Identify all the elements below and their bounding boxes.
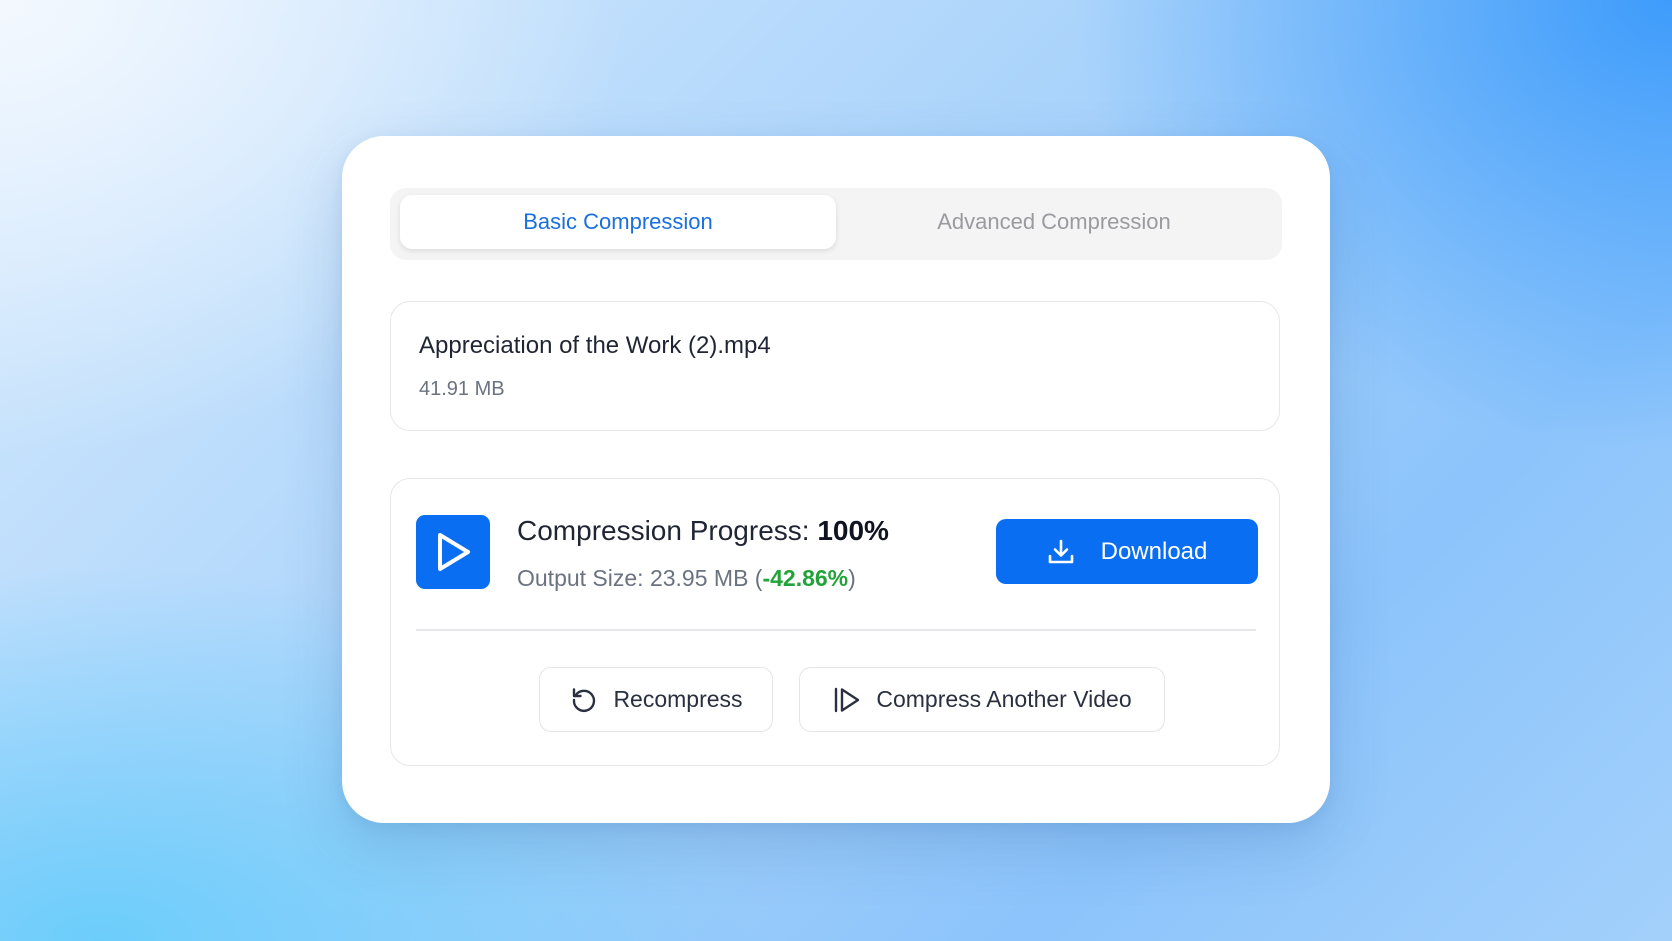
compress-another-video-button[interactable]: Compress Another Video [799,667,1165,732]
tab-basic-compression[interactable]: Basic Compression [400,195,836,249]
file-name: Appreciation of the Work (2).mp4 [419,332,771,359]
download-button[interactable]: Download [996,519,1258,584]
progress-value: 100% [817,515,889,546]
compression-card: Basic Compression Advanced Compression A… [342,136,1330,823]
compression-tabs: Basic Compression Advanced Compression [390,188,1282,260]
tab-advanced-compression[interactable]: Advanced Compression [836,195,1272,249]
output-size: Output Size: 23.95 MB (-42.86%) [517,565,856,592]
progress-label: Compression Progress: [517,515,818,546]
download-icon [1048,539,1073,563]
divider [416,629,1256,631]
progress-panel: Compression Progress: 100% Output Size: … [390,478,1280,766]
output-size-label: Output Size: 23.95 MB ( [517,565,763,591]
output-size-suffix: ) [848,565,856,591]
download-label: Download [1100,537,1208,565]
recompress-button[interactable]: Recompress [539,667,773,732]
size-reduction-percent: -42.86% [762,565,849,591]
compress-another-label: Compress Another Video [876,686,1132,712]
recompress-label: Recompress [613,686,743,712]
play-icon[interactable] [416,515,490,589]
refresh-icon [573,687,596,712]
file-size: 41.91 MB [419,378,505,400]
skip-play-icon [835,687,860,712]
progress-status: Compression Progress: 100% [517,515,889,547]
file-info-panel: Appreciation of the Work (2).mp4 41.91 M… [390,301,1280,431]
